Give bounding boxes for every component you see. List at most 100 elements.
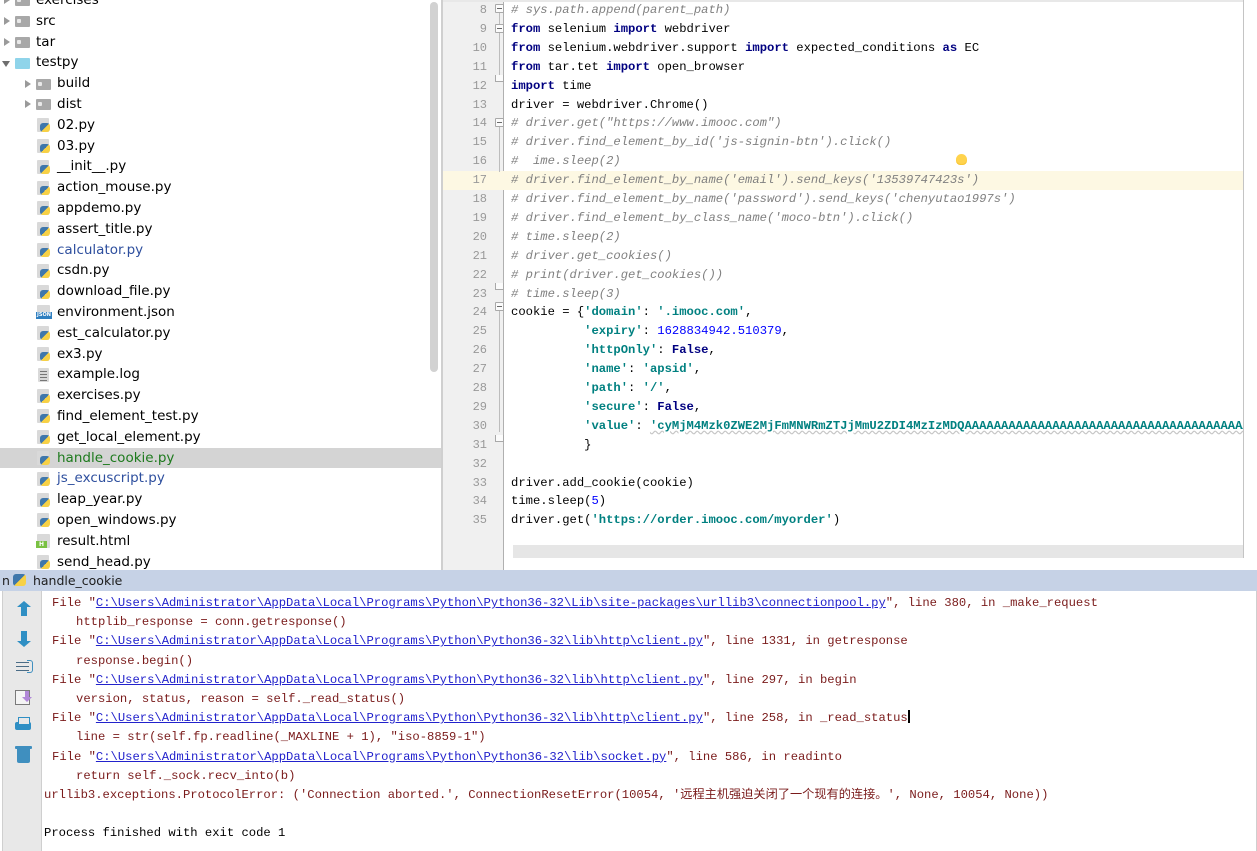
tree-item-example-log[interactable]: example.log [0, 364, 441, 385]
tree-item-label: send_head.py [57, 553, 151, 570]
fold-end-line-23[interactable] [495, 283, 504, 290]
tree-item-csdn-py[interactable]: csdn.py [0, 260, 441, 281]
code-line-text: 'value': 'cyMjM4Mzk0ZWE2MjFmMNWRmZTJjMmU… [511, 417, 1257, 436]
code-line-23[interactable]: 23 # time.sleep(3) [443, 285, 1257, 304]
fold-marker-line-9[interactable] [495, 24, 504, 33]
code-line-28[interactable]: 28 'path': '/', [443, 379, 1257, 398]
scroll-up-button[interactable] [13, 599, 35, 621]
chevron-right-icon[interactable] [0, 11, 15, 31]
soft-wrap-icon[interactable] [13, 657, 35, 679]
tree-item-appdemo-py[interactable]: appdemo.py [0, 198, 441, 219]
code-editor[interactable]: 8 # sys.path.append(parent_path) 9 from sel… [443, 0, 1257, 570]
intention-bulb-icon[interactable] [956, 154, 967, 165]
tree-item-est-calculator-py[interactable]: est_calculator.py [0, 323, 441, 344]
code-token: , [693, 362, 702, 377]
tree-item-result-html[interactable]: result.html [0, 531, 441, 552]
tree-item-ex3-py[interactable]: ex3.py [0, 344, 441, 365]
code-line-14[interactable]: 14 # driver.get("https://www.imooc.com") [443, 114, 1257, 133]
file-path-link[interactable]: C:\Users\Administrator\AppData\Local\Pro… [96, 673, 703, 687]
tree-item-tar[interactable]: tar [0, 32, 441, 53]
code-line-10[interactable]: 10 from selenium.webdriver.support import… [443, 39, 1257, 58]
tree-item-send-head-py[interactable]: send_head.py [0, 552, 441, 570]
code-line-15[interactable]: 15 # driver.find_element_by_id('js-signin… [443, 133, 1257, 152]
code-line-32[interactable]: 32 [443, 455, 1257, 474]
py-icon [36, 512, 52, 528]
file-path-link[interactable]: C:\Users\Administrator\AppData\Local\Pro… [96, 711, 703, 725]
code-line-13[interactable]: 13 driver = webdriver.Chrome() [443, 96, 1257, 115]
tree-item-action-mouse-py[interactable]: action_mouse.py [0, 177, 441, 198]
tree-item-js-excuscript-py[interactable]: js_excuscript.py [0, 468, 441, 489]
fold-end-line-31[interactable] [495, 435, 504, 442]
tree-item-testpy[interactable]: testpy [0, 52, 441, 73]
line-number: 26 [472, 343, 487, 358]
run-configuration-tab-label[interactable]: handle_cookie [33, 573, 122, 588]
code-line-text: driver = webdriver.Chrome() [511, 96, 708, 115]
tree-item-leap-year-py[interactable]: leap_year.py [0, 489, 441, 510]
chevron-down-icon[interactable] [0, 53, 15, 73]
tree-item-02-py[interactable]: 02.py [0, 115, 441, 136]
file-path-link[interactable]: C:\Users\Administrator\AppData\Local\Pro… [96, 634, 703, 648]
scroll-down-button[interactable] [13, 628, 35, 650]
clear-all-button[interactable] [13, 744, 35, 766]
code-line-text: } [511, 436, 591, 455]
tree-item-environment-json[interactable]: environment.json [0, 302, 441, 323]
scroll-to-end-button[interactable] [13, 686, 35, 708]
file-path-link[interactable]: C:\Users\Administrator\AppData\Local\Pro… [96, 750, 666, 764]
chevron-right-icon[interactable] [0, 32, 15, 52]
console-text: ", line 258, in _read_status [702, 711, 908, 726]
code-line-8[interactable]: 8 # sys.path.append(parent_path) [443, 1, 1257, 20]
tree-item-exercises-py[interactable]: exercises.py [0, 385, 441, 406]
code-line-33[interactable]: 33 driver.add_cookie(cookie) [443, 474, 1257, 493]
editor-horizontal-scrollbar[interactable] [513, 545, 1257, 558]
code-line-9[interactable]: 9 from selenium import webdriver [443, 20, 1257, 39]
project-tree-panel[interactable]: exercises src tar testpy build dist 02.py 03.py… [0, 0, 441, 570]
code-line-12[interactable]: 12 import time [443, 77, 1257, 96]
print-button[interactable] [13, 715, 35, 737]
chevron-right-icon[interactable] [21, 74, 36, 94]
code-line-31[interactable]: 31 } [443, 436, 1257, 455]
tree-item-download-file-py[interactable]: download_file.py [0, 281, 441, 302]
code-line-16[interactable]: 16 # ime.sleep(2) [443, 152, 1257, 171]
chevron-right-icon[interactable] [0, 0, 15, 10]
code-line-29[interactable]: 29 'secure': False, [443, 398, 1257, 417]
code-line-11[interactable]: 11 from tar.tet import open_browser [443, 58, 1257, 77]
line-number: 18 [472, 192, 487, 206]
tree-item-build[interactable]: build [0, 73, 441, 94]
console-toolbar[interactable] [2, 591, 42, 851]
tree-item--init-py[interactable]: __init__.py [0, 156, 441, 177]
code-line-25[interactable]: 25 'expiry': 1628834942.510379, [443, 322, 1257, 341]
code-line-34[interactable]: 34 time.sleep(5) [443, 492, 1257, 511]
fold-marker-line-24[interactable] [495, 302, 504, 311]
console-output-text[interactable]: File "C:\Users\Administrator\AppData\Loc… [44, 591, 1257, 851]
tree-item-03-py[interactable]: 03.py [0, 136, 441, 157]
tree-item-src[interactable]: src [0, 11, 441, 32]
code-line-21[interactable]: 21 # driver.get_cookies() [443, 247, 1257, 266]
project-tree-scrollbar[interactable] [430, 2, 438, 372]
run-tool-window-tabbar[interactable]: n handle_cookie [0, 570, 1257, 591]
tree-item-assert-title-py[interactable]: assert_title.py [0, 219, 441, 240]
code-line-18[interactable]: 18 # driver.find_element_by_name('passwor… [443, 190, 1257, 209]
tree-item-calculator-py[interactable]: calculator.py [0, 240, 441, 261]
tree-item-handle-cookie-py[interactable]: handle_cookie.py [0, 447, 441, 469]
tree-item-exercises[interactable]: exercises [0, 0, 441, 11]
code-line-17[interactable]: 17 # driver.find_element_by_name('email')… [443, 171, 1257, 190]
code-line-20[interactable]: 20 # time.sleep(2) [443, 228, 1257, 247]
chevron-right-icon[interactable] [21, 94, 36, 114]
fold-marker-line-8[interactable] [495, 4, 504, 13]
fold-marker-line-14[interactable] [495, 118, 504, 127]
tree-item-find-element-test-py[interactable]: find_element_test.py [0, 406, 441, 427]
code-line-22[interactable]: 22 # print(driver.get_cookies()) [443, 266, 1257, 285]
code-line-30[interactable]: 30 'value': 'cyMjM4Mzk0ZWE2MjFmMNWRmZTJj… [443, 417, 1257, 436]
code-line-26[interactable]: 26 'httpOnly': False, [443, 341, 1257, 360]
code-line-24[interactable]: 24 cookie = {'domain': '.imooc.com', [443, 303, 1257, 322]
tree-item-open-windows-py[interactable]: open_windows.py [0, 510, 441, 531]
file-path-link[interactable]: C:\Users\Administrator\AppData\Local\Pro… [96, 596, 886, 610]
tree-item-get-local-element-py[interactable]: get_local_element.py [0, 427, 441, 448]
code-line-35[interactable]: 35 driver.get('https://order.imooc.com/my… [443, 511, 1257, 530]
tree-item-dist[interactable]: dist [0, 94, 441, 115]
fold-end-line-12[interactable] [495, 75, 504, 82]
code-line-27[interactable]: 27 'name': 'apsid', [443, 360, 1257, 379]
code-line-19[interactable]: 19 # driver.find_element_by_class_name('m… [443, 209, 1257, 228]
